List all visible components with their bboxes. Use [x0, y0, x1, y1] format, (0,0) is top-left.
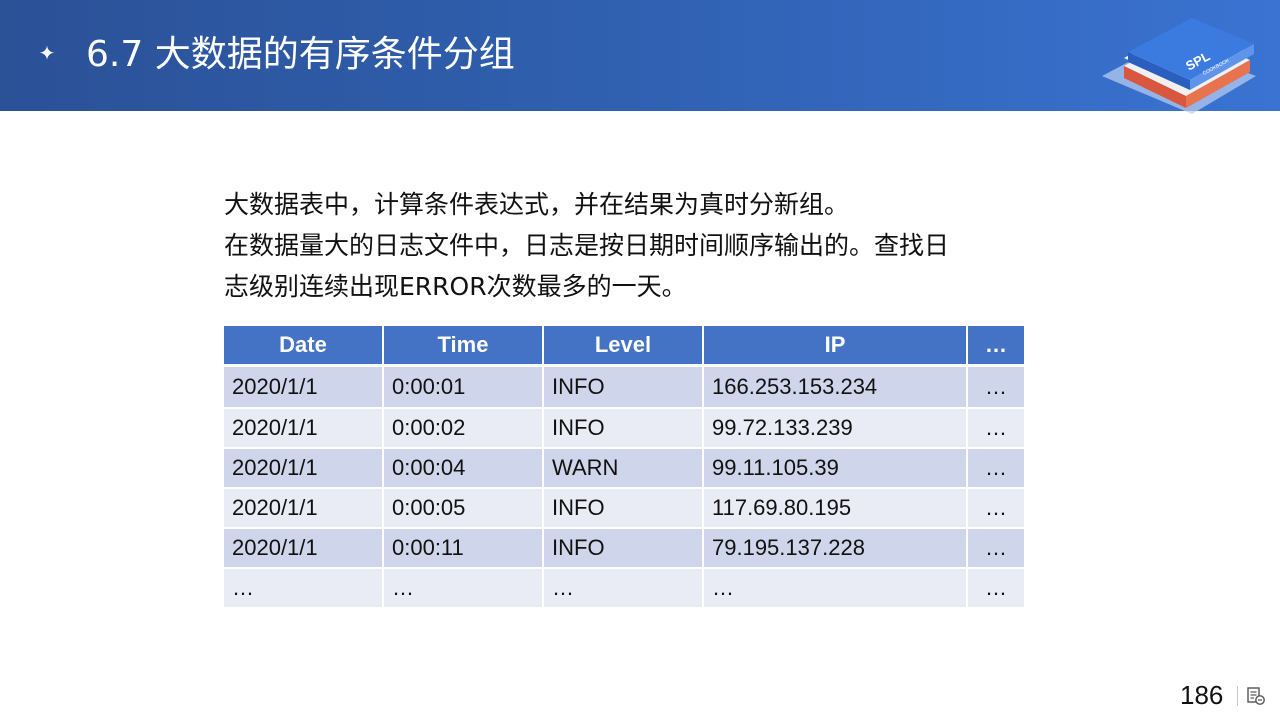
four-point-star-icon: ✦	[38, 41, 56, 65]
header-ip: IP	[704, 326, 968, 367]
cell-ip: 166.253.153.234	[704, 367, 968, 409]
cell-date: 2020/1/1	[224, 409, 384, 449]
cell-level: INFO	[544, 367, 704, 409]
cell-ip: 79.195.137.228	[704, 529, 968, 569]
cell-more: …	[968, 569, 1024, 609]
header-level: Level	[544, 326, 704, 367]
description-line: 大数据表中，计算条件表达式，并在结果为真时分新组。	[224, 190, 850, 219]
cell-more: …	[968, 489, 1024, 529]
cell-date: …	[224, 569, 384, 609]
description-line: 志级别连续出现ERROR次数最多的一天。	[224, 272, 687, 301]
cell-more: …	[968, 529, 1024, 569]
page-number: 186	[1180, 680, 1224, 710]
cell-more: …	[968, 449, 1024, 489]
log-table: Date Time Level IP … 2020/1/1 0:00:01 IN…	[224, 326, 1024, 609]
table-row: 2020/1/1 0:00:02 INFO 99.72.133.239 …	[224, 409, 1024, 449]
cell-level: …	[544, 569, 704, 609]
cell-time: 0:00:02	[384, 409, 544, 449]
cell-level: INFO	[544, 489, 704, 529]
table-row: … … … … …	[224, 569, 1024, 609]
header-time: Time	[384, 326, 544, 367]
cell-level: INFO	[544, 529, 704, 569]
cell-ip: 117.69.80.195	[704, 489, 968, 529]
table-header-row: Date Time Level IP …	[224, 326, 1024, 367]
cell-more: …	[968, 367, 1024, 409]
cell-time: 0:00:05	[384, 489, 544, 529]
cell-date: 2020/1/1	[224, 367, 384, 409]
cell-ip: 99.11.105.39	[704, 449, 968, 489]
cell-level: WARN	[544, 449, 704, 489]
slide-title: 6.7 大数据的有序条件分组	[86, 34, 515, 75]
table-row: 2020/1/1 0:00:04 WARN 99.11.105.39 …	[224, 449, 1024, 489]
cell-time: 0:00:04	[384, 449, 544, 489]
cell-level: INFO	[544, 409, 704, 449]
header-more: …	[968, 326, 1024, 367]
header-date: Date	[224, 326, 384, 367]
title-bar: ✦ 6.7 大数据的有序条件分组 SPL COOKBOOK	[0, 0, 1280, 114]
cell-more: …	[968, 409, 1024, 449]
cell-ip: …	[704, 569, 968, 609]
footer-divider	[1237, 686, 1238, 706]
table-row: 2020/1/1 0:00:11 INFO 79.195.137.228 …	[224, 529, 1024, 569]
cell-date: 2020/1/1	[224, 489, 384, 529]
cell-time: 0:00:01	[384, 367, 544, 409]
description: 大数据表中，计算条件表达式，并在结果为真时分新组。 在数据量大的日志文件中，日志…	[224, 184, 1024, 307]
description-line: 在数据量大的日志文件中，日志是按日期时间顺序输出的。查找日	[224, 231, 950, 260]
notes-icon[interactable]	[1246, 686, 1266, 706]
cell-time: 0:00:11	[384, 529, 544, 569]
cell-date: 2020/1/1	[224, 449, 384, 489]
table-row: 2020/1/1 0:00:01 INFO 166.253.153.234 …	[224, 367, 1024, 409]
cell-time: …	[384, 569, 544, 609]
cell-date: 2020/1/1	[224, 529, 384, 569]
table-row: 2020/1/1 0:00:05 INFO 117.69.80.195 …	[224, 489, 1024, 529]
book-stack-logo: SPL COOKBOOK	[1102, 18, 1256, 114]
cell-ip: 99.72.133.239	[704, 409, 968, 449]
